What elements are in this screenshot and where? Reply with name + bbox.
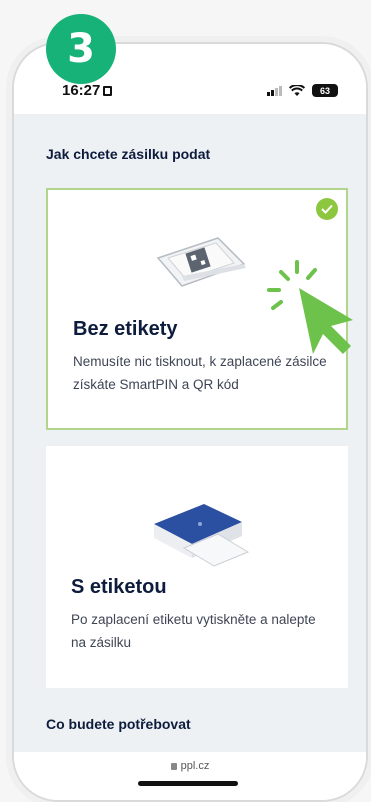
screen-content: Jak chcete zásilku podat Bez etikety Nem… <box>14 114 366 800</box>
url-bar[interactable]: ppl.cz <box>14 760 366 772</box>
url-text: ppl.cz <box>180 760 210 772</box>
lock-icon <box>170 762 177 770</box>
phone-qr-illustration <box>156 237 246 287</box>
tap-pointer-icon <box>267 260 353 354</box>
section-title: Jak chcete zásilku podat <box>46 146 211 162</box>
step-number: 3 <box>67 26 95 72</box>
battery-level: 63 <box>319 85 330 96</box>
status-time: 16:27 <box>62 82 113 99</box>
printer-illustration <box>154 504 250 567</box>
checkmark-icon <box>316 198 338 220</box>
time-text: 16:27 <box>62 82 101 99</box>
phone-frame: 16:27 63 Jak chcete zásilku podat Bez et… <box>12 42 368 802</box>
wifi-icon <box>289 84 305 96</box>
option-title: S etiketou <box>71 576 167 598</box>
option-title: Bez etikety <box>73 318 178 340</box>
next-section-title: Co budete potřebovat <box>46 716 191 732</box>
option-card-with-label[interactable]: S etiketou Po zaplacení etiketu vytiskně… <box>46 446 348 688</box>
cellular-signal-icon <box>267 85 282 96</box>
home-indicator[interactable] <box>138 781 238 786</box>
step-number-badge: 3 <box>46 14 116 84</box>
lock-icon <box>103 85 113 96</box>
browser-bar: ppl.cz <box>14 752 366 800</box>
status-icons: 63 <box>267 84 338 97</box>
battery-icon: 63 <box>312 84 338 97</box>
option-description: Po zaplacení etiketu vytiskněte a nalept… <box>71 612 316 650</box>
